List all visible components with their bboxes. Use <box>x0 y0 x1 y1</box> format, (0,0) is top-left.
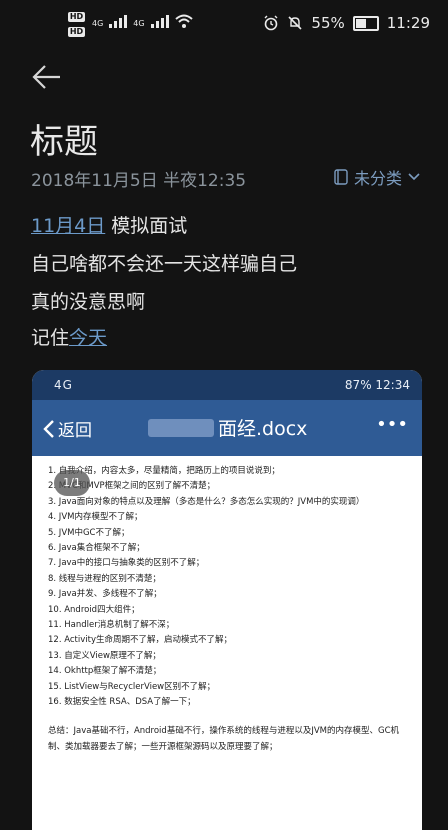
doc-list-item: 10. Android四大组件； <box>48 604 140 615</box>
today-link[interactable]: 今天 <box>69 327 107 349</box>
doc-list-item: 14. Okhttp框架了解不清楚； <box>48 666 162 677</box>
doc-list-item: 11. Handler消息机制了解不深； <box>48 620 175 631</box>
note-date: 2018年11月5日 半夜12:35 <box>31 171 247 191</box>
doc-list-item: 1. 自我介绍，内容太多，尽量精简，把路历上的项目说说到； <box>48 466 280 476</box>
alarm-icon <box>264 15 278 31</box>
doc-list-item: 4. JVM内存模型不了解； <box>48 512 143 523</box>
wifi-icon <box>174 14 193 28</box>
network-type-1: 4G <box>92 19 104 28</box>
embedded-status-right: 87% 12:34 <box>344 378 410 392</box>
doc-list-item: 2. MVC和MVP框架之间的区别了解不清楚； <box>48 481 216 492</box>
note-title[interactable]: 标题 <box>30 114 98 163</box>
page-indicator: 1/1 <box>54 470 90 496</box>
doc-list-item: 8. 线程与进程的区别不清楚； <box>48 573 161 584</box>
more-menu-icon: ••• <box>376 414 408 435</box>
doc-list-item: 5. JVM中GC不了解； <box>48 527 130 538</box>
embedded-doc-title-text: 面经.docx <box>218 418 308 440</box>
doc-list-item: 3. Java面向对象的特点以及理解（多态是什么？多态怎么实现的？JVM中的实现… <box>48 496 365 507</box>
doc-list-item: 7. Java中的接口与抽象类的区别不了解； <box>48 558 205 569</box>
category-label: 未分类 <box>353 169 402 188</box>
doc-list-item: 13. 自定义View原理不了解； <box>48 650 161 661</box>
embedded-back-label: 返回 <box>58 421 92 441</box>
clock: 11:29 <box>386 14 430 32</box>
note-line-2: 自己啥都不会还一天这样骗自己 <box>31 253 298 275</box>
folder-icon <box>334 169 348 185</box>
doc-list-item: 9. Java并发、多线程不了解； <box>48 589 162 600</box>
note-line-1: 11月4日 模拟面试 <box>31 211 187 238</box>
embedded-document: 1. 自我介绍，内容太多，尽量精简，把路历上的项目说说到； 2. MVC和MVP框… <box>32 456 422 755</box>
embedded-screenshot[interactable]: 4G 87% 12:34 返回 面经.docx ••• 1. 自我介绍，内容太多… <box>32 370 422 830</box>
note-line-4-text: 记住 <box>31 327 70 349</box>
hd-badge-1: HD <box>68 12 85 22</box>
signal-icon-2 <box>150 14 169 28</box>
doc-list-item: 12. Activity生命周期不了解，启动模式不了解； <box>48 635 233 646</box>
embedded-doc-summary: 总结：Java基础不行，Android基础不行，操作系统的线程与进程以及JVM的… <box>48 725 399 752</box>
doc-list-item: 6. Java集合框架不了解； <box>48 543 145 554</box>
embedded-toolbar: 返回 面经.docx ••• <box>32 400 422 456</box>
embedded-back-button: 返回 <box>42 416 92 441</box>
embedded-status-bar: 4G 87% 12:34 <box>32 370 422 400</box>
chevron-down-icon <box>408 173 420 181</box>
embedded-doc-title: 面经.docx <box>148 414 307 441</box>
note-line-3: 真的没意思啊 <box>31 291 146 313</box>
status-bar: HD HD 4G 4G 55% 11:29 <box>0 0 448 46</box>
battery-icon <box>352 15 379 31</box>
mute-icon <box>288 16 302 30</box>
note-line-1-text: 模拟面试 <box>105 215 188 237</box>
blurred-name <box>148 418 214 437</box>
doc-list-item: 16. 数据安全性 RSA、DSA了解一下； <box>48 697 196 708</box>
doc-list-item: 15. ListView与RecyclerView区别不了解； <box>48 681 216 692</box>
network-type-2: 4G <box>133 19 145 28</box>
date-link[interactable]: 11月4日 <box>31 215 105 237</box>
battery-percent: 55% <box>311 14 345 32</box>
hd-badge-2: HD <box>68 27 85 37</box>
embedded-network: 4G <box>54 378 73 392</box>
embedded-doc-list: 1. 自我介绍，内容太多，尽量精简，把路历上的项目说说到； 2. MVC和MVP框… <box>48 464 422 711</box>
category-selector[interactable]: 未分类 <box>334 165 420 189</box>
signal-icon-1 <box>109 14 128 28</box>
back-arrow-icon[interactable] <box>30 60 64 94</box>
chevron-left-icon <box>43 419 54 438</box>
note-line-4: 记住今天 <box>31 323 107 350</box>
